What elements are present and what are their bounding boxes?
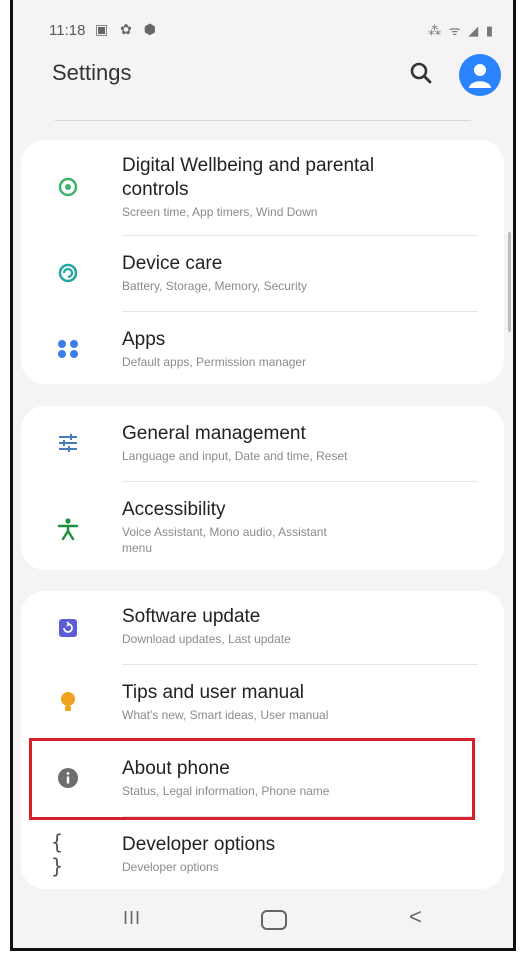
settings-item-software-update[interactable]: Software update Download updates, Last u… — [21, 591, 504, 663]
item-label: Digital Wellbeing and parental — [122, 155, 375, 176]
item-subtitle: Download updates, Last update — [122, 632, 291, 646]
settings-item-tips-and-user-manual[interactable]: Tips and user manual What's new, Smart i… — [21, 665, 504, 739]
scrollbar[interactable] — [508, 232, 511, 332]
item-subtitle: Battery, Storage, Memory, Security — [122, 279, 307, 293]
item-subtitle: Default apps, Permission manager — [122, 355, 307, 369]
item-label: Tips and user manual — [122, 682, 305, 703]
page-title: Settings — [52, 60, 132, 85]
phone-screen: 11:18 ▣ ✿ ⬢ ⁂ ᯤ ◢ ▮ Settings Digital Wel… — [10, 0, 516, 951]
item-subtitle: Screen time, App timers, Wind Down — [122, 205, 318, 219]
search-icon[interactable] — [408, 60, 434, 86]
item-subtitle: What's new, Smart ideas, User manual — [122, 708, 329, 722]
sliders-icon — [55, 430, 81, 456]
navigation-bar: III < — [13, 888, 513, 948]
item-subtitle: Language and input, Date and time, Reset — [122, 449, 348, 463]
signal-battery-icons: ⁂ ᯤ ◢ ▮ — [428, 23, 495, 38]
item-label: Device care — [122, 253, 223, 274]
highlight-box — [29, 738, 475, 820]
item-label: Developer options — [122, 834, 276, 855]
status-bar: 11:18 ▣ ✿ ⬢ ⁂ ᯤ ◢ ▮ — [13, 0, 513, 58]
braces-icon: { } — [51, 830, 64, 878]
settings-item-developer-options[interactable]: { } Developer options Developer options — [21, 817, 504, 889]
settings-group-1: Digital Wellbeing and parental controls … — [21, 140, 504, 384]
header-divider — [55, 120, 471, 121]
item-subtitle-line2: menu — [122, 541, 153, 555]
settings-item-general-management[interactable]: General management Language and input, D… — [21, 406, 504, 480]
settings-item-device-care[interactable]: Device care Battery, Storage, Memory, Se… — [21, 236, 504, 310]
settings-item-digital-wellbeing[interactable]: Digital Wellbeing and parental controls … — [21, 140, 504, 234]
item-label-line2: controls — [122, 179, 189, 200]
item-label: Apps — [122, 329, 166, 350]
header: Settings — [13, 54, 513, 118]
person-icon — [469, 64, 491, 88]
device-care-icon — [55, 260, 81, 286]
back-button[interactable]: < — [409, 904, 422, 930]
recent-apps-button[interactable]: III — [123, 908, 141, 929]
status-time: 11:18 — [49, 22, 86, 39]
item-label: General management — [122, 423, 306, 444]
item-subtitle: Developer options — [122, 860, 219, 874]
notification-icons: ▣ ✿ ⬢ — [95, 21, 160, 37]
item-subtitle: Voice Assistant, Mono audio, Assistant — [122, 525, 327, 539]
item-label: Software update — [122, 606, 261, 627]
apps-icon — [55, 336, 81, 362]
profile-avatar[interactable] — [459, 54, 501, 96]
digital-wellbeing-icon — [55, 174, 81, 200]
software-update-icon — [55, 615, 81, 641]
accessibility-icon — [55, 516, 81, 542]
lightbulb-icon — [55, 689, 81, 715]
item-label: Accessibility — [122, 499, 226, 520]
settings-item-apps[interactable]: Apps Default apps, Permission manager — [21, 312, 504, 384]
home-button[interactable] — [261, 910, 287, 930]
settings-item-accessibility[interactable]: Accessibility Voice Assistant, Mono audi… — [21, 482, 504, 570]
settings-group-2: General management Language and input, D… — [21, 406, 504, 570]
